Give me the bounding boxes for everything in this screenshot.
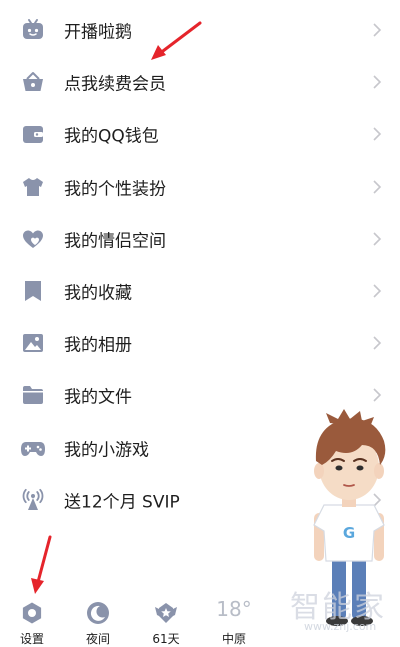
chevron-right-icon <box>373 336 382 350</box>
menu-item-label: 我的个性装扮 <box>64 179 166 200</box>
winged-badge-icon <box>155 603 177 623</box>
temperature-value: 18° <box>216 597 252 621</box>
night-mode-button[interactable]: 夜间 <box>70 595 126 647</box>
chevron-right-icon <box>373 75 382 89</box>
chevron-right-icon <box>373 127 382 142</box>
menu-item-qq-wallet[interactable]: 我的QQ钱包 <box>0 108 400 160</box>
photo-icon <box>20 330 46 356</box>
bookmark-icon <box>20 278 46 304</box>
settings-label: 设置 <box>19 632 44 646</box>
menu-item-label: 我的小游戏 <box>64 440 149 461</box>
chevron-right-icon <box>373 232 382 246</box>
night-mode-label: 夜间 <box>85 632 110 646</box>
folder-icon <box>20 382 46 408</box>
menu-item-label: 开播啦鹅 <box>64 22 132 43</box>
menu-item-label: 点我续费会员 <box>64 74 166 95</box>
chevron-right-icon <box>373 284 382 298</box>
menu-item-label: 我的相册 <box>64 335 132 356</box>
menu-item-live-broadcast[interactable]: 开播啦鹅 <box>0 4 400 56</box>
moon-icon <box>87 602 109 624</box>
menu-item-photo-album[interactable]: 我的相册 <box>0 317 400 369</box>
chevron-right-icon <box>373 23 382 37</box>
bottom-bar: 设置 夜间 61天 18° 中原 <box>0 595 300 647</box>
annotation-arrow-bottom <box>31 535 52 594</box>
broadcast-icon <box>20 487 46 513</box>
menu-item-label: 我的情侣空间 <box>64 231 166 252</box>
tshirt-icon <box>20 174 46 200</box>
settings-button[interactable]: 设置 <box>4 595 60 647</box>
menu-item-favorites[interactable]: 我的收藏 <box>0 265 400 317</box>
menu-item-label: 我的文件 <box>64 387 132 408</box>
weather-widget[interactable]: 18° 中原 <box>206 595 262 647</box>
menu-item-personal-theme[interactable]: 我的个性装扮 <box>0 161 400 213</box>
sign-in-days-button[interactable]: 61天 <box>138 595 194 647</box>
menu-item-couple-space[interactable]: 我的情侣空间 <box>0 213 400 265</box>
gear-icon <box>22 602 42 624</box>
chevron-right-icon <box>373 180 382 194</box>
city-label: 中原 <box>221 632 246 646</box>
wallet-icon <box>20 121 46 147</box>
gamepad-icon <box>20 435 46 461</box>
tv-icon <box>20 17 46 43</box>
couple-heart-icon <box>20 226 46 252</box>
cartoon-avatar-character[interactable]: G <box>300 405 400 635</box>
menu-item-label: 我的QQ钱包 <box>64 126 159 147</box>
menu-item-label: 送12个月 SVIP <box>64 492 180 513</box>
menu-item-label: 我的收藏 <box>64 283 132 304</box>
shirt-letter: G <box>343 524 355 542</box>
chevron-right-icon <box>373 388 382 402</box>
qq-side-drawer: 开播啦鹅 点我续费会员 我的QQ钱包 我的个性装扮 我的情侣空间 我的收藏 我的… <box>0 0 400 647</box>
crown-basket-icon <box>20 69 46 95</box>
sign-in-days-label: 61天 <box>152 632 180 646</box>
menu-item-renew-membership[interactable]: 点我续费会员 <box>0 56 400 108</box>
